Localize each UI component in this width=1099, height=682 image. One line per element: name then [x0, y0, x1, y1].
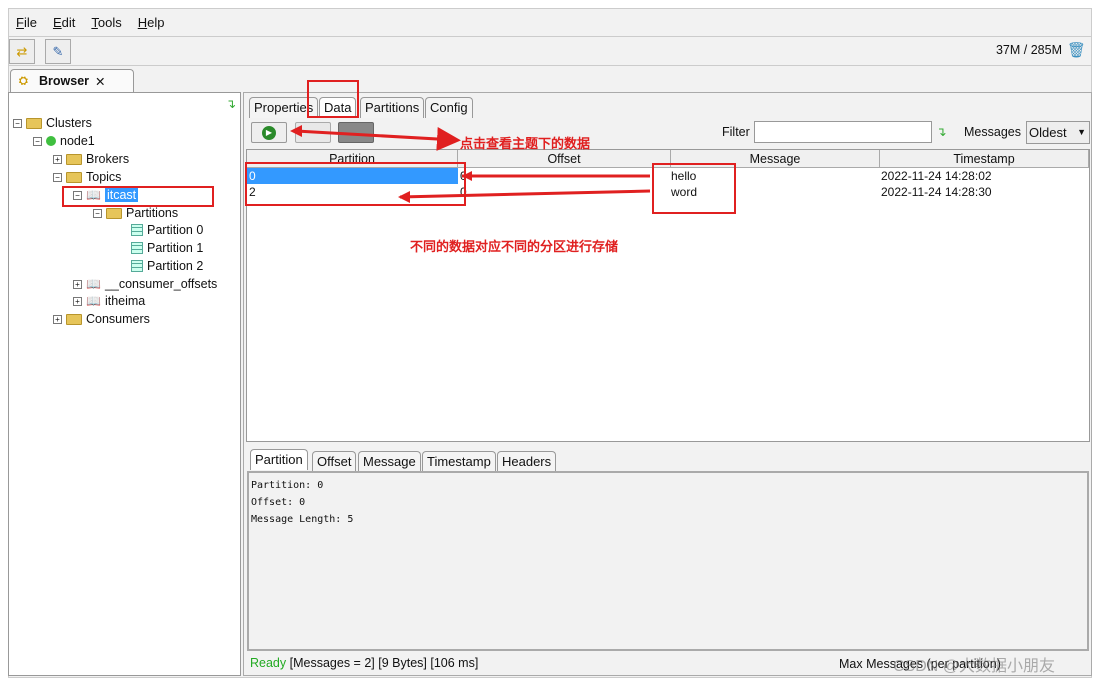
- arrow-to-start: [295, 127, 461, 151]
- annotation-click-hint: 点击查看主题下的数据: [460, 136, 591, 151]
- annotation-partition-hint: 不同的数据对应不同的分区进行存储: [410, 239, 619, 254]
- annotation-arrows: [290, 125, 651, 203]
- arrow-to-row-2: [399, 189, 651, 199]
